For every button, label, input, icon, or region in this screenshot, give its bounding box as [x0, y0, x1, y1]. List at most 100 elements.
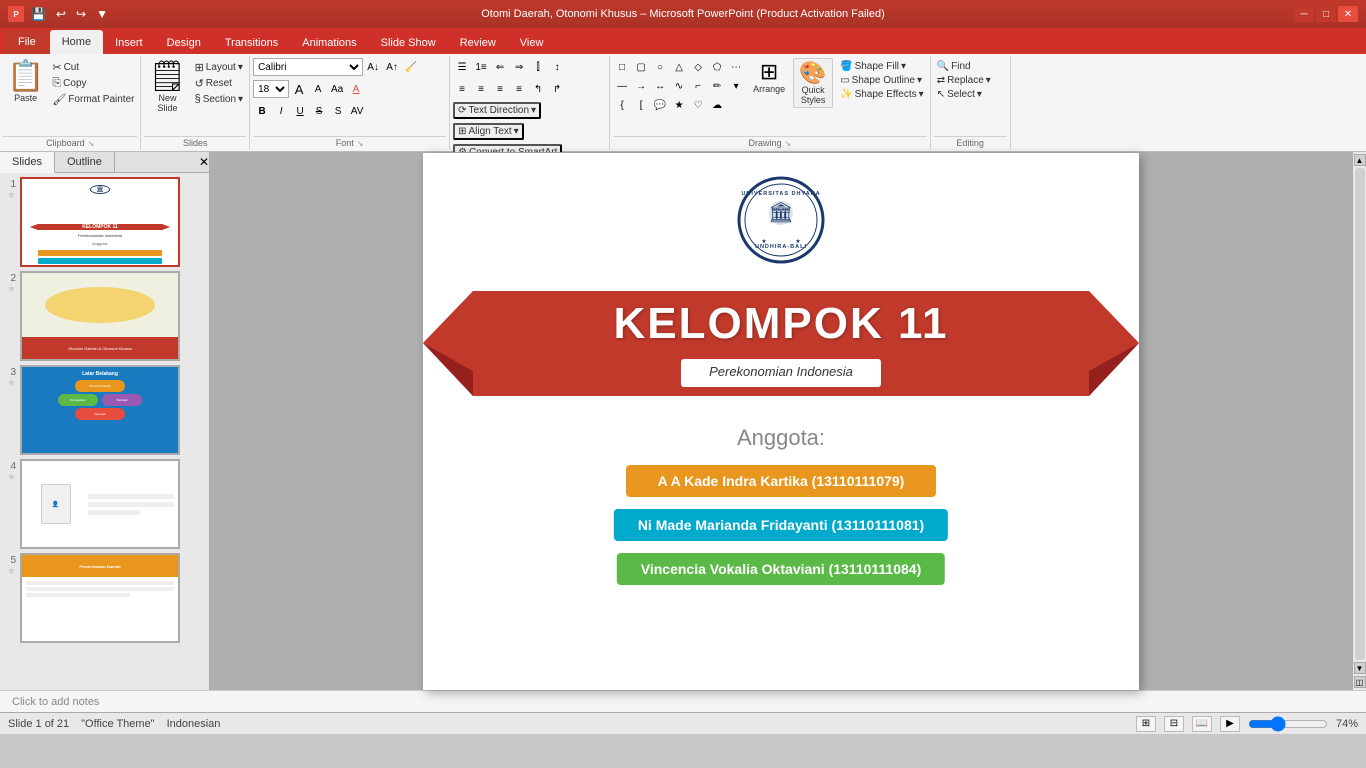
align-text-button[interactable]: ⊞ Align Text ▾: [453, 123, 524, 140]
ltr-button[interactable]: ↱: [548, 80, 566, 98]
shape-elbow-button[interactable]: ⌐: [689, 77, 707, 95]
scroll-thumb[interactable]: [1355, 168, 1365, 660]
shape-effects-button[interactable]: ✨ Shape Effects ▾: [837, 88, 927, 101]
slide-item-3[interactable]: 3 ★ Latar Belakang Otonomi Daerah Pemeka…: [4, 365, 205, 455]
slide-thumb-4[interactable]: 👤: [20, 459, 180, 549]
font-size-increase-button[interactable]: A↑: [383, 58, 401, 76]
slide-item-5[interactable]: 5 ★ Pemerintahan Daerah: [4, 553, 205, 643]
select-button[interactable]: ↖ Select ▾: [934, 88, 994, 101]
copy-button[interactable]: ⎘ Copy: [49, 76, 137, 91]
align-right-button[interactable]: ≡: [491, 80, 509, 98]
shape-fill-button[interactable]: 🪣 Shape Fill ▾: [837, 60, 927, 73]
shape-callout-button[interactable]: 💬: [651, 96, 669, 114]
shape-arrow-button[interactable]: →: [632, 77, 650, 95]
tab-review[interactable]: Review: [448, 32, 508, 54]
clear-formatting-button[interactable]: 🧹: [402, 58, 420, 76]
shape-oval-button[interactable]: ○: [651, 58, 669, 76]
tab-slides[interactable]: Slides: [0, 152, 55, 173]
customize-button[interactable]: ▼: [93, 6, 111, 22]
save-button[interactable]: 💾: [28, 6, 49, 22]
bullets-button[interactable]: ☰: [453, 58, 471, 76]
redo-button[interactable]: ↪: [73, 6, 89, 22]
find-button[interactable]: 🔍 Find: [934, 60, 994, 73]
font-color-button[interactable]: A: [347, 80, 365, 98]
format-painter-button[interactable]: 🖌 Format Painter: [49, 92, 137, 107]
underline-button[interactable]: U: [291, 102, 309, 120]
section-button[interactable]: § Section ▾: [192, 92, 247, 106]
shape-rounded-button[interactable]: ▢: [632, 58, 650, 76]
slide-item-2[interactable]: 2 ★ Otonomi Daerah & Otonomi Khusus: [4, 271, 205, 361]
shape-line-button[interactable]: —: [613, 77, 631, 95]
font-size-select[interactable]: 18: [253, 80, 289, 98]
quick-styles-button[interactable]: 🎨 QuickStyles: [793, 58, 833, 108]
paste-button[interactable]: 📋 Paste: [3, 58, 48, 105]
strikethrough-button[interactable]: S: [310, 102, 328, 120]
align-left-button[interactable]: ≡: [453, 80, 471, 98]
tab-slideshow[interactable]: Slide Show: [369, 32, 448, 54]
char-spacing-button[interactable]: AV: [348, 102, 366, 120]
shape-freeform-button[interactable]: ✏: [708, 77, 726, 95]
slide-thumb-2[interactable]: Otonomi Daerah & Otonomi Khusus: [20, 271, 180, 361]
tab-view[interactable]: View: [508, 32, 556, 54]
tab-design[interactable]: Design: [155, 32, 213, 54]
reset-button[interactable]: ↺ Reset: [192, 76, 247, 91]
tab-transitions[interactable]: Transitions: [213, 32, 290, 54]
slide-canvas[interactable]: UNIVERSITAS DHYANA UNDHIRA-BALI 🏛 ★ ★: [423, 153, 1139, 690]
text-direction-button[interactable]: ⟳ Text Direction ▾: [453, 102, 541, 119]
slide-item-1[interactable]: 1 ★ 🏛 KELOMPOK 11 Perekonomian Indonesia…: [4, 177, 205, 267]
justify-button[interactable]: ≡: [510, 80, 528, 98]
font-expand-icon[interactable]: ↘: [357, 139, 364, 148]
clipboard-expand-icon[interactable]: ↘: [88, 139, 95, 148]
reading-view-button[interactable]: 📖: [1192, 716, 1212, 732]
slide-thumb-5[interactable]: Pemerintahan Daerah: [20, 553, 180, 643]
tab-outline[interactable]: Outline: [55, 152, 115, 172]
columns-button[interactable]: ⫿: [529, 58, 547, 76]
close-button[interactable]: ✕: [1338, 6, 1358, 22]
scroll-down-button[interactable]: ▼: [1354, 662, 1366, 674]
shrink-font-button[interactable]: A: [309, 80, 327, 98]
maximize-button[interactable]: □: [1316, 6, 1336, 22]
layout-button[interactable]: ⊞ Layout ▾: [192, 60, 247, 75]
shape-triangle-button[interactable]: △: [670, 58, 688, 76]
slide-item-4[interactable]: 4 ★ 👤: [4, 459, 205, 549]
slide-thumb-3[interactable]: Latar Belakang Otonomi Daerah Pemekaran …: [20, 365, 180, 455]
shape-brace-button[interactable]: {: [613, 96, 631, 114]
cut-button[interactable]: ✂ Cut: [49, 60, 137, 75]
new-slide-button[interactable]: 🗒 NewSlide: [144, 58, 190, 115]
slide-thumb-1[interactable]: 🏛 KELOMPOK 11 Perekonomian Indonesia Ang…: [20, 177, 180, 267]
rtl-button[interactable]: ↰: [529, 80, 547, 98]
line-spacing-button[interactable]: ↕: [548, 58, 566, 76]
shape-diamond-button[interactable]: ◇: [689, 58, 707, 76]
tab-insert[interactable]: Insert: [103, 32, 155, 54]
decrease-indent-button[interactable]: ⇐: [491, 58, 509, 76]
undo-button[interactable]: ↩: [53, 6, 69, 22]
replace-button[interactable]: ⇄ Replace ▾: [934, 74, 994, 87]
shape-pentagon-button[interactable]: ⬠: [708, 58, 726, 76]
arrange-button[interactable]: ⊞ Arrange: [749, 58, 789, 96]
view-split-button[interactable]: ◫: [1354, 676, 1366, 688]
shape-curve-button[interactable]: ∿: [670, 77, 688, 95]
slideshow-button[interactable]: ▶: [1220, 716, 1240, 732]
minimize-button[interactable]: ─: [1294, 6, 1314, 22]
right-scrollbar[interactable]: ▲ ▼ ◫: [1352, 152, 1366, 690]
scroll-up-button[interactable]: ▲: [1354, 154, 1366, 166]
shape-outline-button[interactable]: ▭ Shape Outline ▾: [837, 74, 927, 87]
tab-file[interactable]: File: [4, 30, 50, 54]
font-size-decrease-button[interactable]: A↓: [364, 58, 382, 76]
numbering-button[interactable]: 1≡: [472, 58, 490, 76]
zoom-slider[interactable]: [1248, 718, 1328, 730]
shapes-dropdown-button[interactable]: ▾: [727, 77, 745, 95]
drawing-expand-icon[interactable]: ↘: [785, 139, 792, 148]
tab-home[interactable]: Home: [50, 30, 103, 54]
shape-star-button[interactable]: ★: [670, 96, 688, 114]
notes-bar[interactable]: Click to add notes: [0, 690, 1366, 712]
shape-double-arrow-button[interactable]: ↔: [651, 77, 669, 95]
change-case-button[interactable]: Aa: [328, 80, 346, 98]
tab-animations[interactable]: Animations: [290, 32, 368, 54]
align-center-button[interactable]: ≡: [472, 80, 490, 98]
font-name-select[interactable]: Calibri: [253, 58, 363, 76]
panel-close-button[interactable]: ✕: [199, 152, 209, 172]
normal-view-button[interactable]: ⊞: [1136, 716, 1156, 732]
shape-bracket-button[interactable]: [: [632, 96, 650, 114]
shape-more-button[interactable]: ⋯: [727, 58, 745, 76]
